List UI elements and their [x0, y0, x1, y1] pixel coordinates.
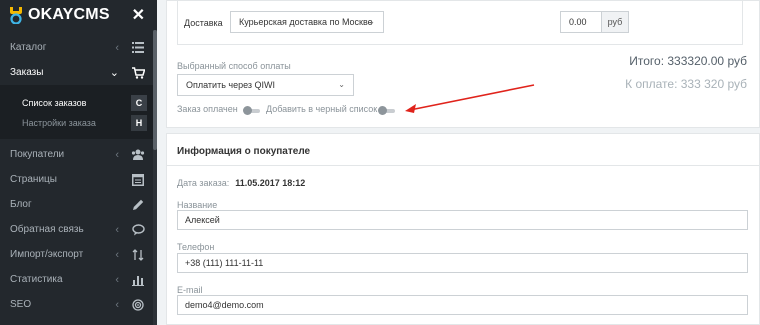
shortcut-badge: H	[131, 115, 147, 131]
phone-label: Телефон	[177, 242, 215, 252]
email-field[interactable]: demo4@demo.com	[177, 295, 748, 315]
currency-addon: руб	[601, 11, 629, 33]
sidebar-item-label: Заказы	[10, 67, 44, 78]
chevron-left-icon: ‹	[115, 223, 119, 236]
order-date-value: 11.05.2017 18:12	[235, 178, 306, 188]
order-date-label: Дата заказа:	[177, 178, 230, 188]
delivery-label: Доставка	[184, 18, 223, 28]
chevron-left-icon: ‹	[115, 148, 119, 161]
payment-select-value: Оплатить через QIWI	[186, 80, 276, 90]
sidebar-item-pages[interactable]: Страницы	[0, 167, 157, 192]
pencil-icon	[129, 196, 147, 214]
email-value: demo4@demo.com	[185, 300, 264, 310]
sidebar-item-feedback[interactable]: Обратная связь ‹	[0, 217, 157, 242]
logo-icon	[10, 7, 22, 24]
phone-value: +38 (111) 111-11-11	[185, 258, 264, 268]
shortcut-badge: C	[131, 95, 147, 111]
bar-chart-icon	[129, 271, 147, 289]
sidebar-item-orders[interactable]: Заказы ⌄	[0, 60, 157, 85]
logo-text: OKAYCMS	[28, 6, 110, 23]
sidebar-item-label: Блог	[10, 199, 32, 210]
pages-icon	[129, 171, 147, 189]
cart-icon	[129, 64, 147, 82]
chevron-left-icon: ‹	[115, 41, 119, 54]
target-icon	[129, 296, 147, 314]
chevron-down-icon: ⌄	[368, 17, 375, 26]
name-label: Название	[177, 200, 218, 210]
divider	[167, 165, 759, 166]
orders-submenu: Список заказов C Настройки заказа H	[0, 85, 157, 139]
submenu-item-order-list[interactable]: Список заказов C	[0, 93, 157, 113]
blacklist-toggle[interactable]	[378, 106, 395, 115]
users-icon	[129, 146, 147, 164]
buyer-card: Информация о покупателе Дата заказа: 11.0…	[166, 133, 760, 325]
sidebar-item-label: Покупатели	[10, 149, 65, 160]
chevron-down-icon: ⌄	[338, 80, 345, 89]
sidebar-item-label: Статистика	[10, 274, 63, 285]
sidebar-item-buyers[interactable]: Покупатели ‹	[0, 142, 157, 167]
logo[interactable]: OKAYCMS ✕	[0, 0, 157, 30]
delivery-select[interactable]: Курьерская доставка по Москве ⌄	[230, 11, 384, 33]
payment-select[interactable]: Оплатить через QIWI ⌄	[177, 74, 354, 96]
submenu-item-label: Список заказов	[22, 98, 87, 108]
currency-label: руб	[607, 17, 623, 27]
sidebar-item-label: SEO	[10, 299, 32, 310]
toggle-knob	[378, 106, 387, 115]
delivery-price-input[interactable]: 0.00	[560, 11, 602, 33]
toggle-knob	[243, 106, 252, 115]
delivery-select-value: Курьерская доставка по Москве	[239, 17, 373, 27]
chevron-down-icon: ⌄	[109, 67, 119, 79]
blacklist-label: Добавить в черный список	[266, 104, 378, 114]
phone-field[interactable]: +38 (111) 111-11-11	[177, 253, 748, 273]
order-date: Дата заказа: 11.05.2017 18:12	[177, 178, 305, 188]
order-card: Доставка Курьерская доставка по Москве ⌄…	[166, 0, 760, 128]
submenu-item-label: Настройки заказа	[22, 118, 96, 128]
delivery-box: Доставка Курьерская доставка по Москве ⌄…	[177, 1, 743, 45]
submenu-item-order-settings[interactable]: Настройки заказа H	[0, 113, 157, 133]
payment-label: Выбранный способ оплаты	[177, 61, 291, 71]
sidebar-scrollbar-thumb[interactable]	[153, 30, 157, 150]
delivery-price-value: 0.00	[569, 17, 587, 27]
sidebar-item-blog[interactable]: Блог	[0, 192, 157, 217]
sidebar-item-seo[interactable]: SEO ‹	[0, 292, 157, 317]
chat-icon	[129, 221, 147, 239]
order-total: Итого: 333320.00 руб	[629, 54, 747, 68]
sort-icon	[129, 246, 147, 264]
chevron-left-icon: ‹	[115, 298, 119, 311]
sidebar-item-label: Страницы	[10, 174, 57, 185]
sidebar-item-label: Импорт/экспорт	[10, 249, 84, 260]
amount-to-pay: К оплате: 333 320 руб	[625, 77, 747, 91]
sidebar-item-statistics[interactable]: Статистика ‹	[0, 267, 157, 292]
sidebar-item-label: Обратная связь	[10, 224, 84, 235]
paid-label: Заказ оплачен	[177, 104, 238, 114]
name-field[interactable]: Алексей	[177, 210, 748, 230]
close-icon[interactable]: ✕	[132, 5, 145, 25]
paid-toggle[interactable]	[243, 106, 260, 115]
section-title: Информация о покупателе	[177, 146, 311, 157]
chevron-left-icon: ‹	[115, 273, 119, 286]
sidebar-item-label: Каталог	[10, 42, 47, 53]
sidebar-item-catalog[interactable]: Каталог ‹	[0, 35, 157, 60]
chevron-left-icon: ‹	[115, 248, 119, 261]
email-label: E-mail	[177, 285, 203, 295]
list-icon	[129, 39, 147, 57]
sidebar: OKAYCMS ✕ Каталог ‹ Заказы ⌄ Список зака…	[0, 0, 157, 325]
sidebar-item-import-export[interactable]: Импорт/экспорт ‹	[0, 242, 157, 267]
name-value: Алексей	[185, 215, 220, 225]
